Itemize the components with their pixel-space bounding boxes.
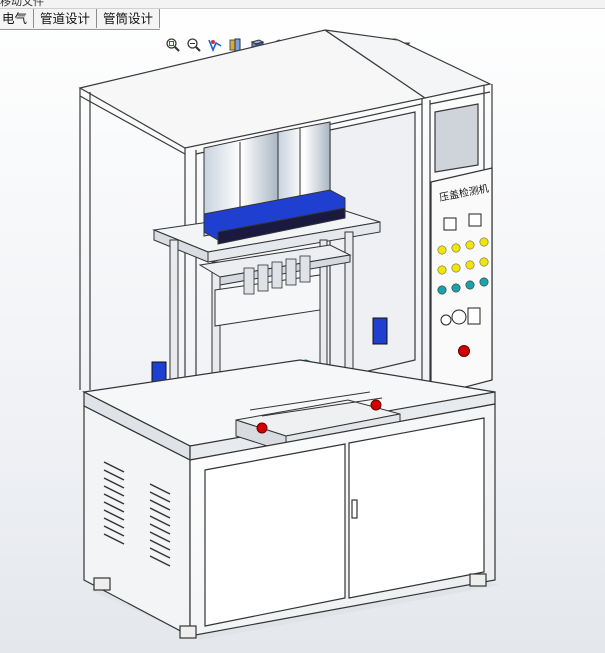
foot-front-left [93, 577, 111, 591]
door-handle[interactable] [351, 499, 358, 519]
control-panel: 压盖检测机 [430, 167, 493, 397]
foot-front-right [179, 625, 197, 639]
right-start-button[interactable] [370, 399, 382, 411]
panel-display-left [443, 217, 457, 231]
emergency-stop-button[interactable] [458, 345, 470, 357]
machine-3d-model-viewport[interactable]: 压盖检测机 [0, 0, 605, 653]
key-switch-icon[interactable] [440, 314, 452, 326]
start-button[interactable] [451, 309, 467, 325]
stop-button[interactable] [467, 307, 481, 325]
right-valve-block [372, 317, 388, 345]
left-start-button[interactable] [256, 422, 268, 434]
foot-rear-right [469, 573, 487, 587]
panel-display-right [468, 213, 482, 227]
